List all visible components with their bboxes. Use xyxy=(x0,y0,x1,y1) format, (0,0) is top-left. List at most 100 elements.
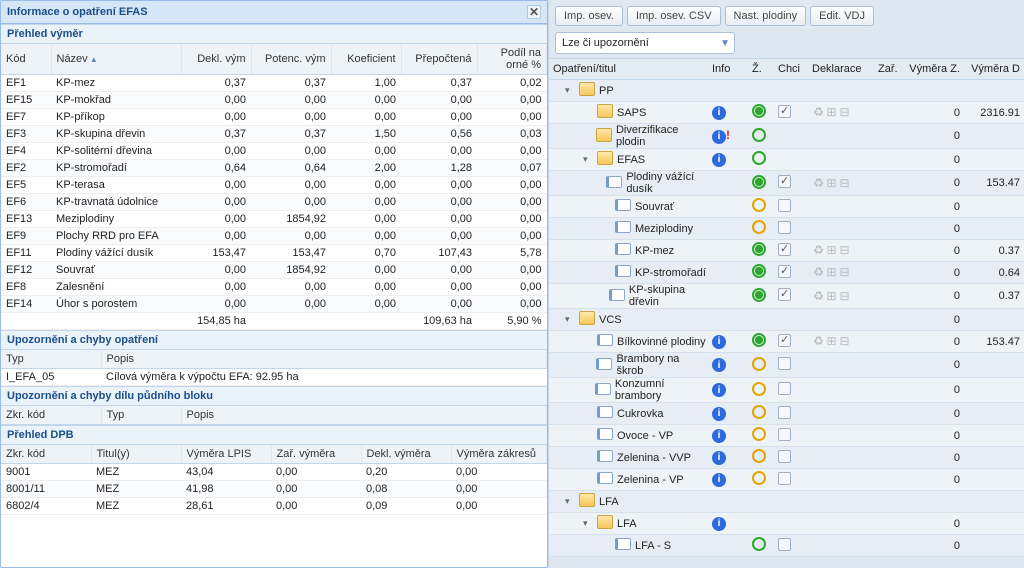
tree-row[interactable]: ▾PP xyxy=(549,80,1024,102)
checkbox[interactable] xyxy=(778,199,791,212)
th-dekl[interactable]: Deklarace xyxy=(808,59,874,79)
recycle-icon[interactable]: ♻ xyxy=(812,177,825,190)
tree-row[interactable]: KP-skupina dřevin♻⊞⊟00.37 xyxy=(549,284,1024,309)
info-icon[interactable]: i xyxy=(712,517,726,531)
checkbox[interactable] xyxy=(778,221,791,234)
th-vd[interactable]: Výměra D xyxy=(964,59,1024,79)
checkbox[interactable] xyxy=(778,357,791,370)
dpbu-col-1[interactable]: Typ xyxy=(101,406,181,425)
checkbox[interactable] xyxy=(778,472,791,485)
vymery-col-0[interactable]: Kód xyxy=(1,44,51,75)
dpbu-col-0[interactable]: Zkr. kód xyxy=(1,406,101,425)
plus-box-icon[interactable]: ⊞ xyxy=(825,290,838,303)
recycle-icon[interactable]: ♻ xyxy=(812,106,825,119)
checkbox[interactable] xyxy=(778,450,791,463)
tree-row[interactable]: Ovoce - VPi0 xyxy=(549,425,1024,447)
info-icon[interactable]: i xyxy=(712,473,726,487)
checkbox[interactable] xyxy=(778,538,791,551)
expander-icon[interactable]: ▾ xyxy=(583,518,593,529)
tree-row[interactable]: Souvrať0 xyxy=(549,196,1024,218)
tree-row[interactable]: ▾VCS0 xyxy=(549,309,1024,331)
info-icon[interactable]: i xyxy=(712,429,726,443)
vymery-col-5[interactable]: Přepočtená xyxy=(401,44,477,75)
info-icon[interactable]: i xyxy=(712,358,726,372)
table-row[interactable]: I_EFA_05Cílová výměra k výpočtu EFA: 92.… xyxy=(1,369,547,386)
expander-icon[interactable]: ▾ xyxy=(565,496,575,507)
upoz-col-typ[interactable]: Typ xyxy=(1,350,101,369)
close-icon[interactable]: ✕ xyxy=(527,5,541,19)
recycle-icon[interactable]: ♻ xyxy=(812,335,825,348)
tree-row[interactable]: Meziplodiny0 xyxy=(549,218,1024,240)
info-icon[interactable]: i xyxy=(712,335,726,349)
table-row[interactable]: EF5KP-terasa0,000,000,000,000,00 xyxy=(1,177,547,194)
checkbox[interactable] xyxy=(778,105,791,118)
minus-box-icon[interactable]: ⊟ xyxy=(838,266,851,279)
tree-row[interactable]: KP-stromořadí♻⊞⊟00.64 xyxy=(549,262,1024,284)
upoz-col-popis[interactable]: Popis xyxy=(101,350,547,369)
dpb-col-0[interactable]: Zkr. kód xyxy=(1,445,91,464)
checkbox[interactable] xyxy=(778,288,791,301)
table-row[interactable]: EF11Plodiny vážící dusík153,47153,470,70… xyxy=(1,245,547,262)
table-row[interactable]: EF13Meziplodiny0,001854,920,000,000,00 xyxy=(1,211,547,228)
dpbu-col-2[interactable]: Popis xyxy=(181,406,547,425)
recycle-icon[interactable]: ♻ xyxy=(812,290,825,303)
plus-box-icon[interactable]: ⊞ xyxy=(825,266,838,279)
expander-icon[interactable]: ▾ xyxy=(583,154,593,165)
plus-box-icon[interactable]: ⊞ xyxy=(825,106,838,119)
tree-row[interactable]: Diverzifikace plodini!0 xyxy=(549,124,1024,149)
expander-icon[interactable]: ▾ xyxy=(565,314,575,325)
table-row[interactable]: EF12Souvrať0,001854,920,000,000,00 xyxy=(1,262,547,279)
table-row[interactable]: EF7KP-příkop0,000,000,000,000,00 xyxy=(1,109,547,126)
checkbox[interactable] xyxy=(778,382,791,395)
expander-icon[interactable]: ▾ xyxy=(565,85,575,96)
checkbox[interactable] xyxy=(778,406,791,419)
tree-row[interactable]: KP-mez♻⊞⊟00.37 xyxy=(549,240,1024,262)
vymery-col-3[interactable]: Potenc. vým xyxy=(251,44,331,75)
checkbox[interactable] xyxy=(778,265,791,278)
recycle-icon[interactable]: ♻ xyxy=(812,244,825,257)
th-z[interactable]: Ž. xyxy=(748,59,774,79)
plus-box-icon[interactable]: ⊞ xyxy=(825,335,838,348)
btn-edit-vdj[interactable]: Edit. VDJ xyxy=(810,6,874,26)
info-icon[interactable]: i xyxy=(712,451,726,465)
dpb-col-1[interactable]: Titul(y) xyxy=(91,445,181,464)
tree-row[interactable]: Zelenina - VVPi0 xyxy=(549,447,1024,469)
table-row[interactable]: EF9Plochy RRD pro EFA0,000,000,000,000,0… xyxy=(1,228,547,245)
minus-box-icon[interactable]: ⊟ xyxy=(838,244,851,257)
plus-box-icon[interactable]: ⊞ xyxy=(825,177,838,190)
th-titul[interactable]: Opatření/titul xyxy=(549,59,708,79)
tree-row[interactable]: Plodiny vážící dusík♻⊞⊟0153.47 xyxy=(549,171,1024,196)
btn-nast-plodiny[interactable]: Nast. plodiny xyxy=(725,6,807,26)
table-row[interactable]: 6802/4MEZ28,610,000,090,00 xyxy=(1,498,547,515)
table-row[interactable]: EF8Zalesnění0,000,000,000,000,00 xyxy=(1,279,547,296)
table-row[interactable]: 8001/11MEZ41,980,000,080,00 xyxy=(1,481,547,498)
table-row[interactable]: EF15KP-mokřad0,000,000,000,000,00 xyxy=(1,92,547,109)
th-zar[interactable]: Zař. xyxy=(874,59,904,79)
dpb-col-4[interactable]: Dekl. výměra xyxy=(361,445,451,464)
table-row[interactable]: EF4KP-solitérní dřevina0,000,000,000,000… xyxy=(1,143,547,160)
info-icon[interactable]: i xyxy=(712,106,726,120)
checkbox[interactable] xyxy=(778,334,791,347)
tree-row[interactable]: Zelenina - VPi0 xyxy=(549,469,1024,491)
tree-row[interactable]: ▾LFAi0 xyxy=(549,513,1024,535)
info-icon[interactable]: i xyxy=(712,383,726,397)
dpb-col-5[interactable]: Výměra zákresů xyxy=(451,445,547,464)
btn-imp-osev[interactable]: Imp. osev. xyxy=(555,6,623,26)
table-row[interactable]: EF3KP-skupina dřevin0,370,371,500,560,03 xyxy=(1,126,547,143)
vymery-col-2[interactable]: Dekl. vým xyxy=(181,44,251,75)
info-icon[interactable]: i xyxy=(712,130,726,144)
th-vz[interactable]: Výměra Z. xyxy=(904,59,964,79)
dpb-col-2[interactable]: Výměra LPIS xyxy=(181,445,271,464)
th-info[interactable]: Info xyxy=(708,59,748,79)
btn-imp-osev-csv[interactable]: Imp. osev. CSV xyxy=(627,6,721,26)
tree-row[interactable]: LFA - S0 xyxy=(549,535,1024,557)
vymery-col-6[interactable]: Podíl na orné % xyxy=(477,44,547,75)
minus-box-icon[interactable]: ⊟ xyxy=(838,335,851,348)
vymery-col-1[interactable]: Název ▲ xyxy=(51,44,181,75)
plus-box-icon[interactable]: ⊞ xyxy=(825,244,838,257)
checkbox[interactable] xyxy=(778,175,791,188)
minus-box-icon[interactable]: ⊟ xyxy=(838,177,851,190)
table-row[interactable]: EF1KP-mez0,370,371,000,370,02 xyxy=(1,75,547,92)
table-row[interactable]: EF6KP-travnatá údolnice0,000,000,000,000… xyxy=(1,194,547,211)
tree-row[interactable]: ▾EFASi0 xyxy=(549,149,1024,171)
